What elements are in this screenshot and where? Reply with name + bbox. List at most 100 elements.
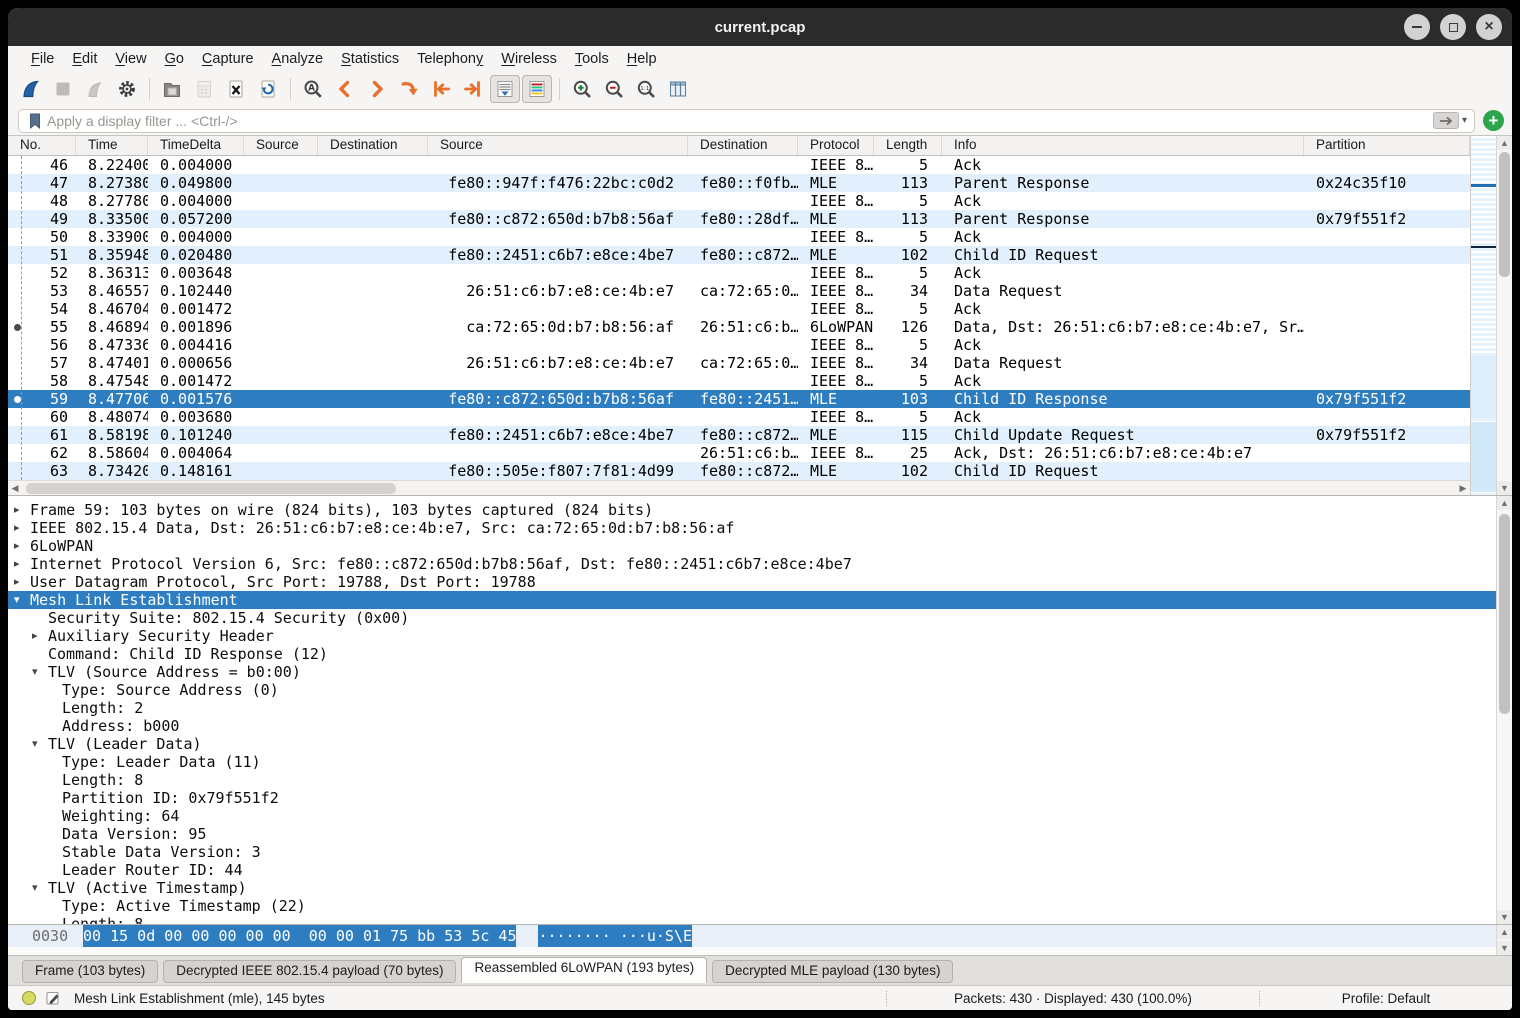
byte-tab[interactable]: Frame (103 bytes) xyxy=(22,960,158,983)
go-back-button[interactable] xyxy=(330,75,360,103)
detail-row[interactable]: ▸User Datagram Protocol, Src Port: 19788… xyxy=(8,573,1496,591)
detail-row[interactable]: Length: 8 xyxy=(8,915,1496,924)
zoom-original-button[interactable]: 1:1 xyxy=(631,75,661,103)
apply-filter-button[interactable] xyxy=(1433,112,1459,129)
detail-row[interactable]: ▸Frame 59: 103 bytes on wire (824 bits),… xyxy=(8,501,1496,519)
column-header-delta[interactable]: TimeDelta xyxy=(148,136,244,155)
filter-dropdown-caret[interactable]: ▾ xyxy=(1459,115,1470,126)
detail-row[interactable]: ▸IEEE 802.15.4 Data, Dst: 26:51:c6:b7:e8… xyxy=(8,519,1496,537)
menu-capture[interactable]: Capture xyxy=(193,49,263,69)
detail-row[interactable]: Stable Data Version: 3 xyxy=(8,843,1496,861)
detail-row[interactable]: Security Suite: 802.15.4 Security (0x00) xyxy=(8,609,1496,627)
scroll-up-arrow[interactable]: ▲ xyxy=(1497,925,1512,939)
expander-open-icon[interactable]: ▾ xyxy=(32,735,48,753)
menu-wireless[interactable]: Wireless xyxy=(492,49,566,69)
auto-scroll-button[interactable] xyxy=(490,75,520,103)
column-header-src[interactable]: Source xyxy=(244,136,318,155)
packet-row-50[interactable]: 508.3390080.004000IEEE 8…5Ack xyxy=(8,228,1470,246)
scroll-up-arrow[interactable]: ▲ xyxy=(1497,496,1512,510)
packet-row-46[interactable]: 468.2240080.004000IEEE 8…5Ack xyxy=(8,156,1470,174)
hscroll-track[interactable] xyxy=(22,481,1456,495)
details-vscrollbar[interactable]: ▲ ▼ xyxy=(1496,496,1512,924)
detail-row[interactable]: Leader Router ID: 44 xyxy=(8,861,1496,879)
intelligent-scrollbar-minimap[interactable] xyxy=(1470,136,1496,495)
column-header-info[interactable]: Info xyxy=(942,136,1304,155)
column-header-len[interactable]: Length xyxy=(874,136,942,155)
scroll-right-arrow[interactable]: ▶ xyxy=(1456,481,1470,495)
capture-options-button[interactable] xyxy=(112,75,142,103)
vscroll-thumb[interactable] xyxy=(1499,152,1510,277)
column-header-no[interactable]: No. xyxy=(8,136,76,155)
detail-row[interactable]: Length: 8 xyxy=(8,771,1496,789)
byte-tab[interactable]: Decrypted IEEE 802.15.4 payload (70 byte… xyxy=(163,960,456,983)
detail-row[interactable]: Command: Child ID Response (12) xyxy=(8,645,1496,663)
expert-info-icon[interactable] xyxy=(22,991,36,1005)
restart-capture-button[interactable] xyxy=(80,75,110,103)
packet-row-56[interactable]: 568.4733600.004416IEEE 8…5Ack xyxy=(8,336,1470,354)
display-filter-box[interactable]: ▾ xyxy=(18,109,1475,133)
menu-view[interactable]: View xyxy=(106,49,155,69)
menu-analyze[interactable]: Analyze xyxy=(263,49,333,69)
detail-row[interactable]: ▸6LoWPAN xyxy=(8,537,1496,555)
hex-row[interactable]: 003000 15 0d 00 00 00 00 00 00 00 01 75 … xyxy=(8,925,1496,947)
detail-row[interactable]: ▸Auxiliary Security Header xyxy=(8,627,1496,645)
menu-statistics[interactable]: Statistics xyxy=(332,49,408,69)
detail-row[interactable]: Type: Source Address (0) xyxy=(8,681,1496,699)
detail-row[interactable]: ▾Mesh Link Establishment xyxy=(8,591,1496,609)
packet-row-63[interactable]: 638.7342090.148161fe80::505e:f807:7f81:4… xyxy=(8,462,1470,480)
zoom-in-button[interactable] xyxy=(567,75,597,103)
profile-selector[interactable]: Profile: Default xyxy=(1260,991,1512,1006)
column-header-partition[interactable]: Partition xyxy=(1304,136,1470,155)
packet-row-55[interactable]: 558.4689440.001896ca:72:65:0d:b7:b8:56:a… xyxy=(8,318,1470,336)
expander-closed-icon[interactable]: ▸ xyxy=(14,573,30,591)
detail-row[interactable]: Type: Leader Data (11) xyxy=(8,753,1496,771)
packet-row-53[interactable]: 538.4655760.10244026:51:c6:b7:e8:ce:4b:e… xyxy=(8,282,1470,300)
scroll-down-arrow[interactable]: ▼ xyxy=(1497,941,1512,955)
expander-closed-icon[interactable]: ▸ xyxy=(14,555,30,573)
packet-list-hscrollbar[interactable]: ◀ ▶ xyxy=(8,480,1470,495)
minimize-button[interactable] xyxy=(1404,14,1430,40)
detail-row[interactable]: Length: 2 xyxy=(8,699,1496,717)
column-header-time[interactable]: Time xyxy=(76,136,148,155)
display-filter-input[interactable] xyxy=(47,113,1433,129)
packet-row-47[interactable]: 478.2738080.049800fe80::947f:f476:22bc:c… xyxy=(8,174,1470,192)
menu-tools[interactable]: Tools xyxy=(566,49,618,69)
go-forward-button[interactable] xyxy=(362,75,392,103)
packet-row-58[interactable]: 588.4754880.001472IEEE 8…5Ack xyxy=(8,372,1470,390)
expander-closed-icon[interactable]: ▸ xyxy=(32,627,48,645)
detail-row[interactable]: Type: Active Timestamp (22) xyxy=(8,897,1496,915)
expander-open-icon[interactable]: ▾ xyxy=(32,879,48,897)
detail-row[interactable]: Data Version: 95 xyxy=(8,825,1496,843)
packet-list-vscrollbar[interactable]: ▲ ▼ xyxy=(1496,136,1512,495)
packet-row-52[interactable]: 528.3631360.003648IEEE 8…5Ack xyxy=(8,264,1470,282)
packet-row-54[interactable]: 548.4670480.001472IEEE 8…5Ack xyxy=(8,300,1470,318)
byte-tab[interactable]: Decrypted MLE payload (130 bytes) xyxy=(712,960,953,983)
packet-row-61[interactable]: 618.5819840.101240fe80::2451:c6b7:e8ce:4… xyxy=(8,426,1470,444)
expander-closed-icon[interactable]: ▸ xyxy=(14,519,30,537)
titlebar[interactable]: current.pcap × xyxy=(8,8,1512,46)
filter-bookmark-icon[interactable] xyxy=(23,112,47,130)
detail-row[interactable]: ▾TLV (Source Address = b0:00) xyxy=(8,663,1496,681)
zoom-out-button[interactable] xyxy=(599,75,629,103)
stop-capture-button[interactable] xyxy=(48,75,78,103)
colorize-packets-button[interactable] xyxy=(522,75,552,103)
menu-edit[interactable]: Edit xyxy=(63,49,106,69)
expander-open-icon[interactable]: ▾ xyxy=(14,591,30,609)
go-to-packet-button[interactable] xyxy=(394,75,424,103)
packet-row-49[interactable]: 498.3350080.057200fe80::c872:650d:b7b8:5… xyxy=(8,210,1470,228)
expander-closed-icon[interactable]: ▸ xyxy=(14,537,30,555)
maximize-button[interactable] xyxy=(1440,14,1466,40)
detail-row[interactable]: Address: b000 xyxy=(8,717,1496,735)
go-first-packet-button[interactable] xyxy=(426,75,456,103)
start-capture-button[interactable] xyxy=(16,75,46,103)
scroll-down-arrow[interactable]: ▼ xyxy=(1497,910,1512,924)
menu-telephony[interactable]: Telephony xyxy=(408,49,492,69)
column-header-proto[interactable]: Protocol xyxy=(798,136,874,155)
scroll-up-arrow[interactable]: ▲ xyxy=(1497,136,1512,150)
bytes-vscrollbar[interactable]: ▲ ▼ xyxy=(1496,925,1512,955)
close-button[interactable]: × xyxy=(1476,14,1502,40)
detail-row[interactable]: ▾TLV (Active Timestamp) xyxy=(8,879,1496,897)
close-capture-file-button[interactable] xyxy=(221,75,251,103)
expander-open-icon[interactable]: ▾ xyxy=(32,663,48,681)
add-filter-button[interactable]: + xyxy=(1483,110,1504,131)
